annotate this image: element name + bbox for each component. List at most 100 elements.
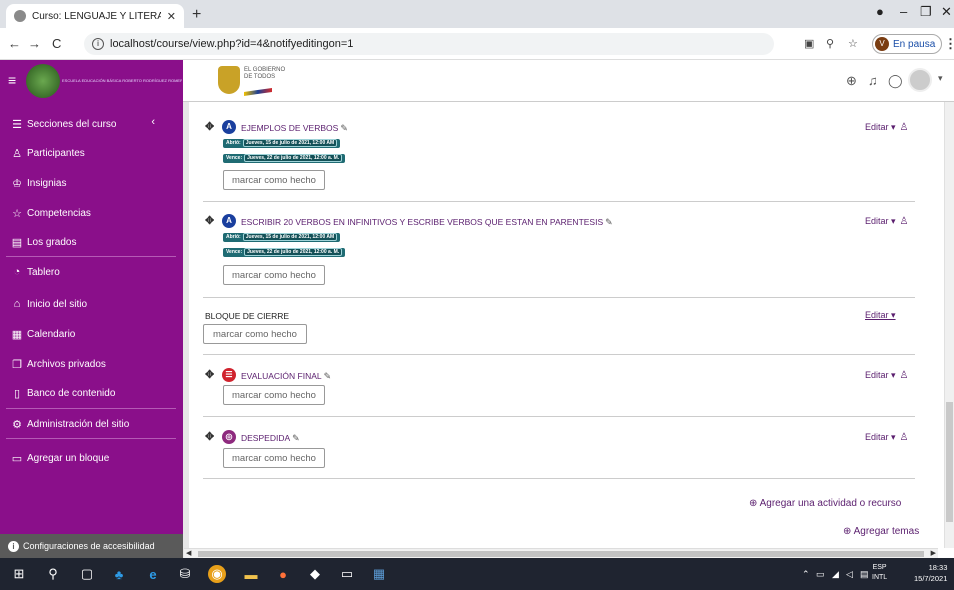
mark-done-button[interactable]: marcar como hecho <box>223 385 325 405</box>
system-clock[interactable]: 18:33 15/7/2021 <box>914 562 947 584</box>
browser-menu-icon[interactable]: ⋮ <box>944 36 954 52</box>
power-icon[interactable]: ▭ <box>816 569 825 580</box>
mark-done-button[interactable]: marcar como hecho <box>223 265 325 285</box>
url-input[interactable]: i localhost/course/view.php?id=4&notifye… <box>84 33 774 55</box>
firefox-icon[interactable]: ● <box>274 565 292 583</box>
network-icon[interactable]: ◢ <box>832 569 839 580</box>
edit-label: Editar <box>865 432 889 442</box>
app-icon[interactable]: ◆ <box>306 565 324 583</box>
box-icon: ▯ <box>13 388 21 400</box>
assign-roles-icon[interactable]: ♙ <box>900 370 909 381</box>
move-icon[interactable]: ✥ <box>205 368 214 381</box>
messages-chat-icon[interactable]: ◯ <box>888 73 903 89</box>
edit-title-pencil-icon[interactable]: ✎ <box>324 371 332 381</box>
vertical-scroll-thumb[interactable] <box>946 402 953 522</box>
sidebar-divider <box>6 408 176 409</box>
sidebar-item-participants[interactable]: ♙ Participantes <box>0 147 183 160</box>
add-topics-link[interactable]: ⊕ Agregar temas <box>843 526 919 537</box>
terminal-icon[interactable]: ▭ <box>338 565 356 583</box>
vertical-scrollbar[interactable] <box>944 102 954 548</box>
reload-icon[interactable]: C <box>52 36 61 51</box>
hamburger-menu-icon[interactable]: ≡ <box>8 72 16 88</box>
horizontal-scrollbar[interactable]: ◀ ▶ <box>184 548 938 558</box>
sidebar-item-add-block[interactable]: ▭ Agregar un bloque <box>0 452 183 465</box>
sidebar-item-competencies[interactable]: ☆ Competencias <box>0 207 183 220</box>
dashboard-icon: ◔ <box>13 266 21 278</box>
school-logo[interactable] <box>26 64 60 98</box>
profile-button[interactable]: V En pausa <box>872 34 943 54</box>
translate-icon[interactable]: ▣ <box>804 37 814 50</box>
maximize-icon[interactable]: ❐ <box>920 4 932 20</box>
edit-menu[interactable]: Editar ▾ <box>865 310 896 321</box>
people-icon[interactable]: ♣ <box>110 565 128 583</box>
info-icon[interactable]: i <box>92 38 104 50</box>
sidebar-item-calendar[interactable]: ▦ Calendario <box>0 328 183 341</box>
sidebar-item-label: Participantes <box>27 148 85 159</box>
accessibility-settings-button[interactable]: i Configuraciones de accesibilidad <box>0 534 183 558</box>
scroll-right-icon[interactable]: ▶ <box>931 549 936 557</box>
edge-browser-icon[interactable]: e <box>144 565 162 583</box>
government-shield-logo <box>218 66 240 94</box>
sidebar-item-dashboard[interactable]: ◔ Tablero <box>0 266 183 278</box>
browser-tab[interactable]: Curso: LENGUAJE Y LITERATURA ✕ <box>6 4 184 28</box>
address-bar: ← → C i localhost/course/view.php?id=4&n… <box>0 28 954 60</box>
sidebar-item-badges[interactable]: ♔ Insignias <box>0 177 183 190</box>
task-view-icon[interactable]: ▢ <box>78 565 96 583</box>
windows-start-icon[interactable]: ⊞ <box>10 565 28 583</box>
edit-title-pencil-icon[interactable]: ✎ <box>605 217 613 227</box>
volume-icon[interactable]: ◁ <box>846 569 853 580</box>
sidebar-item-private-files[interactable]: ❐ Archivos privados <box>0 358 183 371</box>
move-icon[interactable]: ✥ <box>205 120 214 133</box>
edit-menu[interactable]: Editar ▾ ♙ <box>865 216 909 227</box>
horizontal-scroll-thumb[interactable] <box>198 551 924 557</box>
sidebar-item-content-bank[interactable]: ▯ Banco de contenido <box>0 387 183 400</box>
move-icon[interactable]: ✥ <box>205 214 214 227</box>
assign-roles-icon[interactable]: ♙ <box>900 216 909 227</box>
sidebar-item-site-admin[interactable]: ⚙ Administración del sitio <box>0 418 183 431</box>
close-window-icon[interactable]: ✕ <box>941 4 952 20</box>
chevron-left-icon[interactable]: ‹ <box>151 116 155 128</box>
language-indicator[interactable]: ESP INTL <box>872 563 887 583</box>
sidebar-item-site-home[interactable]: ⌂ Inicio del sitio <box>0 298 183 310</box>
edit-menu[interactable]: Editar ▾ ♙ <box>865 432 909 443</box>
search-icon[interactable]: ⚲ <box>44 565 62 583</box>
activity-link[interactable]: EJEMPLOS DE VERBOS ✎ <box>241 123 348 134</box>
minimize-icon[interactable]: – <box>900 4 907 19</box>
activity-link[interactable]: EVALUACIÓN FINAL ✎ <box>241 371 331 382</box>
assign-roles-icon[interactable]: ♙ <box>900 432 909 443</box>
show-hidden-icons-icon[interactable]: ⌃ <box>802 569 810 580</box>
notifications-bell-icon[interactable]: ♫ <box>868 73 878 88</box>
back-icon[interactable]: ← <box>8 36 21 51</box>
edit-title-pencil-icon[interactable]: ✎ <box>292 433 300 443</box>
zoom-icon[interactable]: ⚲ <box>826 37 834 50</box>
user-menu-caret-icon[interactable]: ▾ <box>938 73 943 84</box>
sidebar-item-grades[interactable]: ▤ Los grados <box>0 236 183 249</box>
notification-icon[interactable]: ▤ <box>860 569 869 580</box>
move-icon[interactable]: ✥ <box>205 430 214 443</box>
nav-drawer: ☰ Secciones del curso ‹ ♙ Participantes … <box>0 102 183 558</box>
mark-done-button[interactable]: marcar como hecho <box>223 448 325 468</box>
mark-done-button[interactable]: marcar como hecho <box>203 324 307 344</box>
close-tab-icon[interactable]: ✕ <box>167 10 176 23</box>
edit-menu[interactable]: Editar ▾ ♙ <box>865 122 909 133</box>
document-app-icon[interactable]: ▦ <box>370 565 388 583</box>
mark-done-button[interactable]: marcar como hecho <box>223 170 325 190</box>
chrome-icon[interactable]: ◉ <box>208 565 226 583</box>
new-tab-icon[interactable]: + <box>192 6 201 24</box>
language-globe-icon[interactable]: ⊕ <box>846 73 857 89</box>
activity-link[interactable]: ESCRIBIR 20 VERBOS EN INFINITIVOS Y ESCR… <box>241 217 613 228</box>
user-avatar[interactable] <box>908 68 932 92</box>
bookmark-star-icon[interactable]: ☆ <box>848 37 858 50</box>
activity-link[interactable]: DESPEDIDA ✎ <box>241 433 300 444</box>
sidebar-item-course-sections[interactable]: ☰ Secciones del curso <box>0 118 183 131</box>
assign-roles-icon[interactable]: ♙ <box>900 122 909 133</box>
record-icon[interactable]: ● <box>876 4 884 19</box>
scroll-left-icon[interactable]: ◀ <box>186 549 191 557</box>
add-activity-link[interactable]: ⊕ Agregar una actividad o recurso <box>749 498 901 509</box>
store-icon[interactable]: ⛁ <box>176 565 194 583</box>
forward-icon[interactable]: → <box>28 36 41 51</box>
edit-menu[interactable]: Editar ▾ ♙ <box>865 370 909 381</box>
edit-title-pencil-icon[interactable]: ✎ <box>340 123 348 133</box>
edit-label: Editar <box>865 216 889 226</box>
file-explorer-icon[interactable]: ▬ <box>242 565 260 583</box>
